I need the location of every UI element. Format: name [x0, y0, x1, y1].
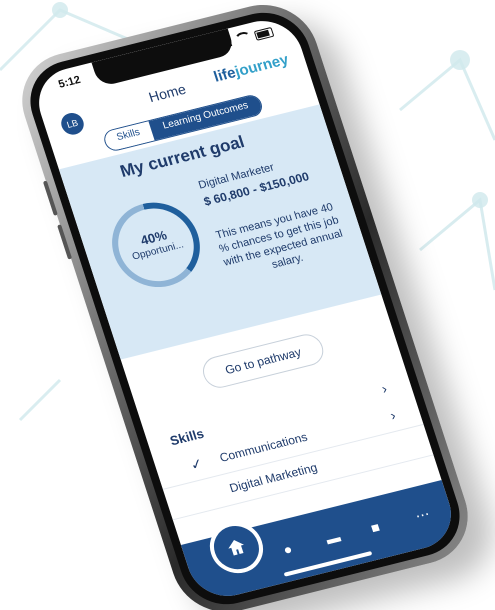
briefcase-icon[interactable]: ■ — [369, 519, 382, 536]
page-title: Home — [146, 80, 188, 106]
battery-icon — [253, 26, 275, 41]
wallet-icon[interactable]: ▬ — [324, 529, 343, 548]
more-icon[interactable]: ⋯ — [413, 505, 432, 525]
goal-description: This means you have 40 % chances to get … — [214, 201, 345, 271]
stage: 5:12 Home lifejourney LB Skills Learning… — [0, 0, 495, 610]
skills-chevron-icon[interactable]: › — [379, 380, 388, 396]
check-icon: ✓ — [188, 454, 205, 474]
compass-icon[interactable]: ● — [281, 541, 294, 558]
opportunity-ring: 40% Opportuni... — [100, 193, 212, 297]
home-icon — [228, 539, 244, 556]
go-to-pathway-button[interactable]: Go to pathway — [198, 331, 328, 392]
logo-part-2: journey — [232, 51, 291, 81]
wifi-icon — [233, 30, 254, 47]
skills-heading: Skills — [168, 425, 206, 449]
phone-mockup: 5:12 Home lifejourney LB Skills Learning… — [8, 0, 482, 610]
chevron-right-icon: › — [388, 406, 398, 424]
app-logo: lifejourney — [212, 51, 291, 86]
status-time: 5:12 — [56, 73, 83, 91]
